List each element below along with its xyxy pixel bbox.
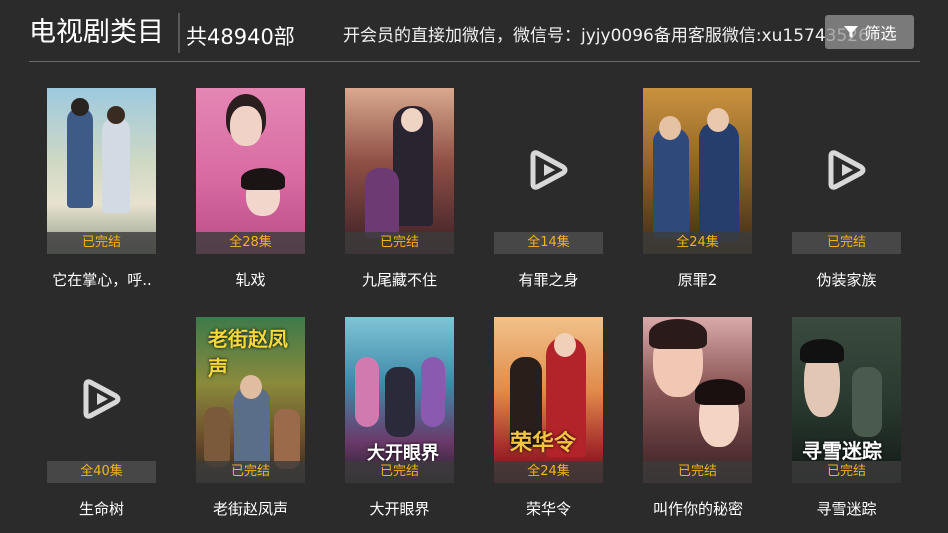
status-badge: 已完结: [47, 232, 156, 254]
status-badge: 全24集: [643, 232, 752, 254]
show-count: 共48940部: [186, 25, 295, 49]
show-card[interactable]: 荣华令 全24集 荣华令: [494, 317, 603, 519]
show-card[interactable]: 全28集 轧戏: [196, 88, 305, 290]
play-icon: [828, 150, 866, 190]
show-card[interactable]: 寻雪迷踪 已完结 寻雪迷踪: [792, 317, 901, 519]
show-poster: 全24集: [643, 88, 752, 254]
show-poster: 已完结: [643, 317, 752, 483]
status-badge: 全14集: [494, 232, 603, 254]
show-card[interactable]: 已完结 九尾藏不住: [345, 88, 454, 290]
show-poster: 大开眼界 已完结: [345, 317, 454, 483]
show-title: 寻雪迷踪: [816, 500, 877, 518]
status-badge: 全40集: [47, 461, 156, 483]
status-badge: 全28集: [196, 232, 305, 254]
show-card[interactable]: 大开眼界 已完结 大开眼界: [345, 317, 454, 519]
show-title: 它在掌心，呼..: [52, 271, 152, 289]
show-poster: 全14集: [494, 88, 603, 254]
status-badge: 全24集: [494, 461, 603, 483]
header: 电视剧类目 共48940部 开会员的直接加微信，微信号：jyjy0096备用客服…: [0, 0, 948, 62]
show-title: 伪装家族: [816, 271, 877, 289]
show-card[interactable]: 已完结 它在掌心，呼..: [47, 88, 156, 290]
status-badge: 已完结: [196, 461, 305, 483]
show-poster: 荣华令 全24集: [494, 317, 603, 483]
show-title: 老街赵凤声: [212, 500, 288, 518]
title-divider: [178, 13, 180, 53]
status-badge: 已完结: [792, 461, 901, 483]
show-poster: 已完结: [792, 88, 901, 254]
show-poster: 全40集: [47, 317, 156, 483]
play-icon: [530, 150, 568, 190]
show-title: 原罪2: [677, 271, 718, 289]
show-card[interactable]: 全14集 有罪之身: [494, 88, 603, 290]
filter-label: 筛选: [864, 24, 897, 43]
poster-title-art: 荣华令: [510, 430, 577, 456]
page-title: 电视剧类目: [29, 17, 164, 48]
show-poster: 全28集: [196, 88, 305, 254]
status-badge: 已完结: [345, 232, 454, 254]
status-badge: 已完结: [792, 232, 901, 254]
show-card[interactable]: 全40集 生命树: [47, 317, 156, 519]
status-badge: 已完结: [345, 461, 454, 483]
play-icon: [83, 379, 121, 419]
status-badge: 已完结: [643, 461, 752, 483]
show-poster: 老街赵凤声 已完结: [196, 317, 305, 483]
show-card[interactable]: 老街赵凤声 已完结 老街赵凤声: [196, 317, 305, 519]
show-title: 大开眼界: [369, 500, 430, 518]
filter-icon: [844, 26, 859, 38]
show-title: 生命树: [78, 500, 124, 518]
header-divider: [29, 61, 920, 62]
show-title: 轧戏: [235, 271, 266, 289]
show-card[interactable]: 全24集 原罪2: [643, 88, 752, 290]
show-title: 九尾藏不住: [361, 271, 437, 289]
show-title: 荣华令: [525, 500, 571, 518]
show-card[interactable]: 已完结 伪装家族: [792, 88, 901, 290]
show-poster: 已完结: [47, 88, 156, 254]
show-poster: 寻雪迷踪 已完结: [792, 317, 901, 483]
show-title: 有罪之身: [518, 271, 579, 289]
show-title: 叫作你的秘密: [652, 500, 743, 518]
poster-title-art: 老街赵凤声: [208, 327, 288, 380]
show-card[interactable]: 已完结 叫作你的秘密: [643, 317, 752, 519]
filter-button[interactable]: 筛选: [825, 15, 914, 49]
show-poster: 已完结: [345, 88, 454, 254]
poster-title-art: 寻雪迷踪: [802, 439, 882, 463]
